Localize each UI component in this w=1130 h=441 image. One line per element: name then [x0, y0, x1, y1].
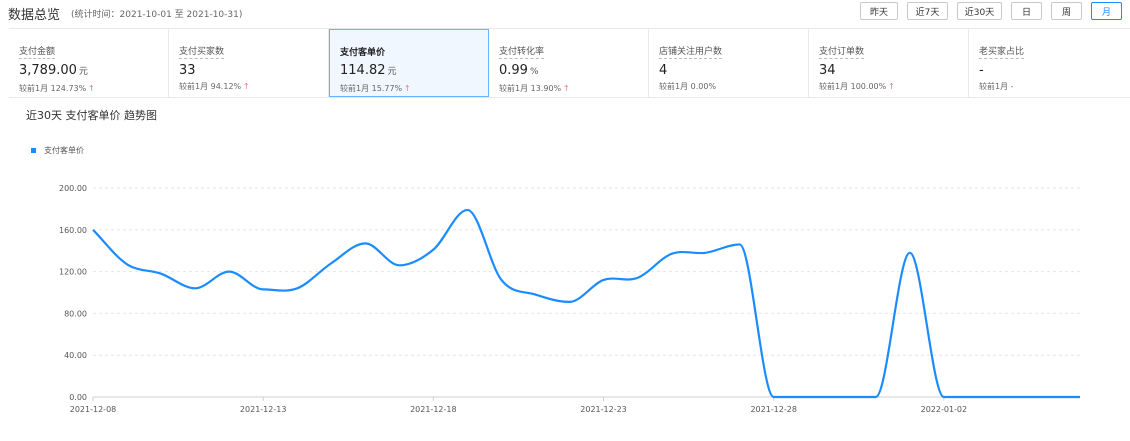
data-point[interactable]: [635, 275, 641, 281]
range-week-button[interactable]: 周: [1051, 2, 1082, 20]
metric-label: 支付转化率: [499, 47, 545, 59]
y-tick-label: 80.00: [64, 309, 87, 318]
data-point[interactable]: [90, 227, 96, 233]
y-tick-label: 40.00: [64, 351, 87, 360]
metric-card-returning-buyers[interactable]: 老买家占比 - 较前1月 -: [969, 29, 1129, 97]
metric-value: 114.82 元: [340, 63, 397, 78]
metric-compare: 较前1月 100.00% 🡑: [819, 82, 894, 91]
data-point[interactable]: [532, 292, 538, 298]
arrow-up-icon: 🡑: [564, 84, 569, 93]
arrow-up-icon: 🡑: [244, 82, 249, 91]
range-yesterday-button[interactable]: 昨天: [860, 2, 898, 20]
metric-compare: 较前1月 15.77% 🡑: [340, 84, 410, 93]
trend-line-chart: 0.00 40.00 80.00 120.00 160.00 200.00 2021-12-…: [59, 184, 1083, 414]
data-point[interactable]: [669, 251, 675, 257]
data-point[interactable]: [907, 250, 913, 256]
metric-label: 店铺关注用户数: [659, 47, 723, 59]
metric-card-payment-amount[interactable]: 支付金额 3,789.00 元 较前1月 124.73% 🡑: [9, 29, 169, 97]
data-point[interactable]: [464, 207, 470, 213]
metric-value: 34: [819, 63, 836, 78]
data-point[interactable]: [1009, 394, 1015, 400]
metric-label: 老买家占比: [979, 47, 1025, 59]
data-point[interactable]: [362, 240, 368, 246]
data-point[interactable]: [124, 261, 130, 267]
metric-label: 支付客单价: [340, 48, 386, 58]
metric-card-store-followers[interactable]: 店铺关注用户数 4 较前1月 0.00%: [649, 29, 809, 97]
data-point[interactable]: [328, 260, 334, 266]
range-7days-button[interactable]: 近7天: [907, 2, 948, 20]
x-tick-label: 2022-01-02: [921, 405, 968, 414]
metric-card-buyers[interactable]: 支付买家数 33 较前1月 94.12% 🡑: [169, 29, 329, 97]
metric-compare: 较前1月 124.73% 🡑: [19, 84, 94, 93]
data-point[interactable]: [396, 262, 402, 268]
metric-cards: 支付金额 3,789.00 元 较前1月 124.73% 🡑 支付买家数 33 较前…: [9, 28, 1130, 98]
metric-compare: 较前1月 13.90% 🡑: [499, 84, 569, 93]
x-tick-label: 2021-12-13: [240, 405, 287, 414]
data-point[interactable]: [839, 394, 845, 400]
data-point[interactable]: [805, 394, 811, 400]
metric-label: 支付买家数: [179, 47, 225, 59]
metric-label: 支付订单数: [819, 47, 865, 59]
metric-card-conversion-rate[interactable]: 支付转化率 0.99% 较前1月 13.90% 🡑: [489, 29, 649, 97]
range-month-button[interactable]: 月: [1091, 2, 1122, 20]
range-30days-button[interactable]: 近30天: [957, 2, 1002, 20]
metric-value: 4: [659, 63, 668, 78]
series-line-avg-order-value[interactable]: [92, 208, 1080, 399]
trend-chart-panel: 近30天 支付客单价 趋势图 支付客单价 0.00 40.00 80.00 120.0…: [9, 98, 1130, 441]
metric-compare: 较前1月 -: [979, 82, 1014, 91]
metric-card-avg-order-value[interactable]: 支付客单价 114.82 元 较前1月 15.77% 🡑: [329, 29, 489, 97]
metric-compare: 较前1月 0.00%: [659, 82, 717, 91]
data-point[interactable]: [430, 247, 436, 253]
data-point[interactable]: [771, 394, 777, 400]
stat-period: (统计时间：2021-10-01 至 2021-10-31): [71, 10, 243, 20]
time-range-group: 昨天 近7天 近30天 日 周 月: [860, 2, 1122, 20]
x-tick-label: 2021-12-08: [70, 405, 117, 414]
data-point[interactable]: [226, 269, 232, 275]
data-point[interactable]: [941, 394, 947, 400]
data-point[interactable]: [260, 286, 266, 292]
metric-compare: 较前1月 94.12% 🡑: [179, 82, 249, 91]
y-tick-label: 200.00: [59, 184, 87, 193]
data-point[interactable]: [601, 277, 607, 283]
y-tick-label: 120.00: [59, 268, 87, 277]
metric-value: 3,789.00 元: [19, 63, 88, 78]
arrow-up-icon: 🡑: [89, 84, 94, 93]
data-point[interactable]: [498, 277, 504, 283]
range-day-button[interactable]: 日: [1011, 2, 1042, 20]
x-tick-label: 2021-12-23: [580, 405, 627, 414]
page-title: 数据总览: [8, 8, 61, 23]
data-point[interactable]: [566, 299, 572, 305]
data-point[interactable]: [703, 250, 709, 256]
x-tick-label: 2021-12-18: [410, 405, 457, 414]
metric-label: 支付金额: [19, 47, 56, 59]
metric-card-orders[interactable]: 支付订单数 34 较前1月 100.00% 🡑: [809, 29, 969, 97]
y-tick-label: 160.00: [59, 226, 87, 235]
y-tick-label: 0.00: [69, 393, 87, 402]
data-point[interactable]: [1077, 394, 1083, 400]
data-point[interactable]: [192, 285, 198, 291]
data-point[interactable]: [294, 285, 300, 291]
metric-value: 0.99%: [499, 63, 539, 78]
data-point[interactable]: [737, 241, 743, 247]
arrow-up-icon: 🡑: [889, 82, 894, 91]
metric-value: 33: [179, 63, 196, 78]
metric-value: -: [979, 63, 984, 78]
data-point[interactable]: [873, 394, 879, 400]
overview-header: 数据总览 (统计时间：2021-10-01 至 2021-10-31) 昨天 近…: [0, 0, 1130, 26]
x-tick-label: 2021-12-28: [750, 405, 797, 414]
data-point[interactable]: [158, 271, 164, 277]
arrow-up-icon: 🡑: [405, 84, 410, 93]
data-point[interactable]: [1043, 394, 1049, 400]
data-point[interactable]: [975, 394, 981, 400]
